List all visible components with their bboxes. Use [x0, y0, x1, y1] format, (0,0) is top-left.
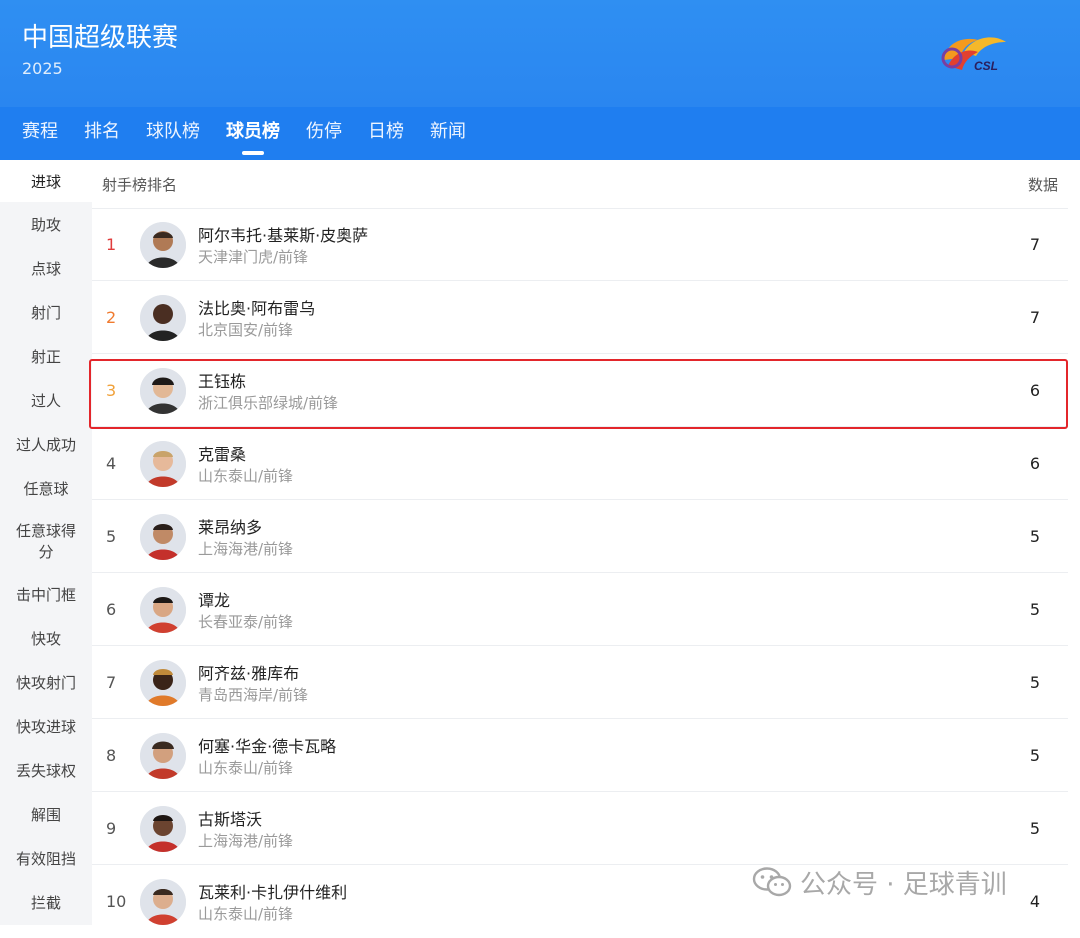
tab-schedule[interactable]: 赛程 [22, 107, 58, 160]
avatar [140, 514, 186, 560]
sidebar-item-free-kick-goals[interactable]: 任意球得分 [0, 510, 92, 572]
scorer-ranking-list: 射手榜排名 数据 1 阿尔韦托·基莱斯·皮奥萨 天津津门虎/前锋 7 2 法比奥… [92, 160, 1080, 925]
player-name[interactable]: 瓦莱利·卡扎伊什维利 [198, 879, 347, 903]
row-rank: 4 [106, 454, 117, 473]
avatar [140, 733, 186, 779]
tab-team-ranking[interactable]: 球队榜 [146, 107, 200, 160]
season-year: 2025 [22, 59, 63, 78]
goal-count: 5 [1029, 746, 1040, 765]
row-rank: 2 [106, 308, 117, 327]
row-rank: 9 [106, 819, 117, 838]
logo-text: CSL [974, 59, 998, 73]
player-team: 山东泰山/前锋 [198, 759, 294, 777]
row-rank: 10 [106, 892, 127, 911]
avatar [140, 368, 186, 414]
player-name[interactable]: 莱昂纳多 [198, 514, 262, 538]
tab-daily[interactable]: 日榜 [368, 107, 404, 160]
stat-category-sidebar: 进球 助攻 点球 射门 射正 过人 过人成功 任意球 任意球得分 击中门框 快攻… [0, 160, 92, 925]
avatar [140, 222, 186, 268]
sidebar-item-counter-goals[interactable]: 快攻进球 [0, 704, 92, 748]
sidebar-item-successful-dribbles[interactable]: 过人成功 [0, 422, 92, 466]
sidebar-item-free-kicks[interactable]: 任意球 [0, 466, 92, 510]
league-title: 中国超级联赛 [22, 23, 179, 53]
wechat-icon [752, 867, 792, 897]
sidebar-item-interceptions[interactable]: 拦截 [0, 880, 92, 924]
player-name[interactable]: 古斯塔沃 [198, 806, 262, 830]
goal-count: 5 [1029, 819, 1040, 838]
tab-news[interactable]: 新闻 [430, 107, 466, 160]
row-rank: 3 [106, 381, 117, 400]
table-row[interactable]: 2 法比奥·阿布雷乌 北京国安/前锋 7 [92, 282, 1068, 354]
tab-player-ranking[interactable]: 球员榜 [226, 107, 280, 160]
player-team: 山东泰山/前锋 [198, 905, 294, 923]
avatar [140, 295, 186, 341]
avatar [140, 879, 186, 925]
player-name[interactable]: 谭龙 [198, 587, 230, 611]
table-row[interactable]: 8 何塞·华金·德卡瓦略 山东泰山/前锋 5 [92, 720, 1068, 792]
list-header-title: 射手榜排名 [102, 175, 178, 194]
player-team: 长春亚泰/前锋 [198, 613, 294, 631]
player-team: 浙江俱乐部绿城/前锋 [198, 394, 339, 412]
goal-count: 5 [1029, 673, 1040, 692]
player-name[interactable]: 王钰栋 [198, 368, 246, 392]
sidebar-item-assists[interactable]: 助攻 [0, 202, 92, 246]
tab-standings[interactable]: 排名 [84, 107, 120, 160]
row-rank: 5 [106, 527, 117, 546]
table-row[interactable]: 6 谭龙 长春亚泰/前锋 5 [92, 574, 1068, 646]
goal-count: 4 [1029, 892, 1040, 911]
player-name[interactable]: 阿齐兹·雅库布 [198, 660, 299, 684]
table-row[interactable]: 4 克雷桑 山东泰山/前锋 6 [92, 428, 1068, 500]
sidebar-item-possession-lost[interactable]: 丢失球权 [0, 748, 92, 792]
player-team: 北京国安/前锋 [198, 321, 294, 339]
league-header: 中国超级联赛 2025 CSL [0, 0, 1080, 107]
row-rank: 1 [106, 235, 117, 254]
csl-logo-icon: CSL [941, 37, 1006, 73]
player-team: 青岛西海岸/前锋 [198, 686, 309, 704]
watermark-text: 公众号 · 足球青训 [800, 869, 1007, 900]
sidebar-item-blocks[interactable]: 有效阻挡 [0, 836, 92, 880]
sidebar-item-shots-on-target[interactable]: 射正 [0, 334, 92, 378]
list-header: 射手榜排名 数据 [92, 160, 1068, 209]
player-team: 上海海港/前锋 [198, 540, 294, 558]
table-row[interactable]: 3 王钰栋 浙江俱乐部绿城/前锋 6 [92, 355, 1068, 427]
sidebar-item-shots[interactable]: 射门 [0, 290, 92, 334]
sidebar-item-penalties[interactable]: 点球 [0, 246, 92, 290]
avatar [140, 806, 186, 852]
watermark: 公众号 · 足球青训 [752, 862, 1007, 902]
player-name[interactable]: 法比奥·阿布雷乌 [198, 295, 315, 319]
table-row[interactable]: 7 阿齐兹·雅库布 青岛西海岸/前锋 5 [92, 647, 1068, 719]
goal-count: 6 [1029, 454, 1040, 473]
table-row[interactable]: 9 古斯塔沃 上海海港/前锋 5 [92, 793, 1068, 865]
player-name[interactable]: 克雷桑 [198, 441, 246, 465]
sidebar-item-dribbles[interactable]: 过人 [0, 378, 92, 422]
player-name[interactable]: 何塞·华金·德卡瓦略 [198, 733, 336, 757]
table-row[interactable]: 1 阿尔韦托·基莱斯·皮奥萨 天津津门虎/前锋 7 [92, 209, 1068, 281]
row-rank: 7 [106, 673, 117, 692]
goal-count: 7 [1029, 308, 1040, 327]
player-team: 天津津门虎/前锋 [198, 248, 309, 266]
sidebar-item-woodwork[interactable]: 击中门框 [0, 572, 92, 616]
avatar [140, 660, 186, 706]
goal-count: 7 [1029, 235, 1040, 254]
sidebar-item-counter-shots[interactable]: 快攻射门 [0, 660, 92, 704]
tab-injuries[interactable]: 伤停 [306, 107, 342, 160]
sidebar-item-goals[interactable]: 进球 [0, 160, 92, 202]
sidebar-item-counter-attacks[interactable]: 快攻 [0, 616, 92, 660]
goal-count: 6 [1029, 381, 1040, 400]
list-header-data: 数据 [1027, 175, 1058, 194]
player-team: 上海海港/前锋 [198, 832, 294, 850]
avatar [140, 587, 186, 633]
row-rank: 6 [106, 600, 117, 619]
goal-count: 5 [1029, 527, 1040, 546]
table-row[interactable]: 5 莱昂纳多 上海海港/前锋 5 [92, 501, 1068, 573]
player-team: 山东泰山/前锋 [198, 467, 294, 485]
main-tabs: 赛程 排名 球队榜 球员榜 伤停 日榜 新闻 [0, 107, 1080, 160]
player-name[interactable]: 阿尔韦托·基莱斯·皮奥萨 [198, 222, 368, 246]
goal-count: 5 [1029, 600, 1040, 619]
row-rank: 8 [106, 746, 117, 765]
sidebar-item-clearances[interactable]: 解围 [0, 792, 92, 836]
avatar [140, 441, 186, 487]
